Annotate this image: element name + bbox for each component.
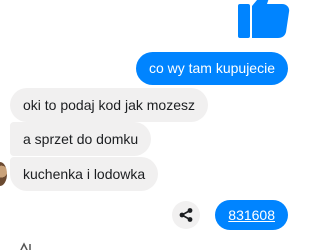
message-outgoing[interactable]: co wy tam kupujecie	[135, 52, 288, 85]
chat-thread: co wy tam kupujecie oki to podaj kod jak…	[0, 0, 300, 250]
message-text: oki to podaj kod jak mozesz	[23, 97, 195, 113]
avatar[interactable]	[0, 162, 7, 186]
message-outgoing[interactable]: 831608	[215, 200, 288, 230]
message-incoming[interactable]: a sprzet do domku	[10, 122, 152, 156]
thumbs-up-message[interactable]	[232, 0, 292, 38]
code-link[interactable]: 831608	[228, 207, 275, 223]
partial-message-fragment	[20, 242, 31, 250]
thumbs-up-icon	[238, 0, 290, 38]
message-text: co wy tam kupujecie	[148, 60, 275, 76]
message-incoming[interactable]: oki to podaj kod jak mozesz	[10, 88, 208, 122]
message-text: a sprzet do domku	[23, 131, 139, 147]
share-button[interactable]	[172, 201, 200, 229]
message-incoming[interactable]: kuchenka i lodowka	[10, 157, 159, 191]
message-text: kuchenka i lodowka	[23, 166, 146, 182]
share-icon	[179, 208, 193, 222]
